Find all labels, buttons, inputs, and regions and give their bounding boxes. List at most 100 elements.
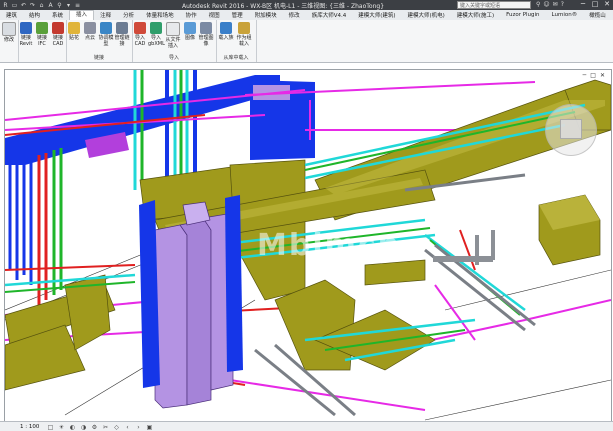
tab-modeling-construction[interactable]: 建模大师(施工)	[451, 11, 500, 19]
manage-images-icon	[200, 22, 212, 34]
view-restore-button[interactable]: □	[590, 72, 596, 79]
quick-access-toolbar: R ▭ ↶ ↷ ⌂ A ⚲ ▾ ≡	[0, 2, 81, 9]
view-minimize-button[interactable]: ─	[583, 72, 587, 79]
tab-systems[interactable]: 系统	[46, 11, 69, 19]
tab-lumion[interactable]: Lumion®	[546, 12, 584, 18]
modify-button[interactable]: 修改	[1, 22, 17, 43]
viewcube-box-icon[interactable]	[560, 119, 582, 139]
home-icon[interactable]: ⌂	[38, 2, 45, 9]
search-input[interactable]: 键入关键字或短语	[457, 1, 531, 9]
render-settings-icon[interactable]: ⚙	[90, 424, 99, 431]
view-close-button[interactable]: ✕	[600, 72, 605, 79]
measure-icon[interactable]: ⚲	[56, 2, 63, 9]
tab-insert[interactable]: 插入	[69, 10, 95, 20]
coordination-model-button[interactable]: 协调模型	[98, 22, 114, 47]
open-icon[interactable]: ▭	[11, 2, 18, 9]
undo-icon[interactable]: ↶	[20, 2, 27, 9]
ribbon-group-link-files: 链接 Revit 链接 IFC 链接 CAD	[18, 20, 67, 62]
revit-link-icon	[20, 22, 32, 34]
tab-collaborate[interactable]: 协作	[180, 11, 203, 19]
manage-images-button[interactable]: 管理图像	[198, 22, 214, 47]
import-gbxml-button[interactable]: 导入 gbXML	[148, 22, 165, 47]
minimize-button[interactable]: ─	[579, 0, 587, 8]
temporary-hide-icon[interactable]: ◇	[112, 424, 121, 431]
view-control-bar: 1 : 100 □ ☀ ◐ ◑ ⚙ ✂ ◇ ‹ › ▣	[0, 421, 613, 431]
manage-links-button[interactable]: 管理链接	[114, 22, 130, 47]
user-icon[interactable]: ☺	[543, 1, 549, 8]
import-cad-button[interactable]: 导入 CAD	[132, 22, 148, 47]
tab-annotate[interactable]: 注释	[94, 11, 117, 19]
redo-icon[interactable]: ↷	[29, 2, 36, 9]
link-cad-button[interactable]: 链接 CAD	[50, 22, 66, 47]
maximize-button[interactable]: □	[591, 0, 599, 8]
tab-manage[interactable]: 管理	[226, 11, 249, 19]
load-group-icon	[238, 22, 250, 34]
help-icon[interactable]: ?	[561, 1, 564, 8]
revit-window: R ▭ ↶ ↷ ⌂ A ⚲ ▾ ≡ Autodesk Revit 2016 - …	[0, 0, 613, 431]
tab-modeling-mep[interactable]: 建模大师(机电)	[402, 11, 451, 19]
crop-view-icon[interactable]: ✂	[101, 424, 110, 431]
scroll-left-icon[interactable]: ‹	[123, 424, 132, 431]
point-cloud-icon	[84, 22, 96, 34]
info-center: ⚲ ☺ ✉ ?	[536, 1, 564, 8]
load-as-group-button[interactable]: 作为组载入	[236, 22, 252, 47]
reveal-hidden-icon[interactable]: ▣	[145, 424, 154, 431]
ribbon-group-label: 从库中载入	[223, 55, 249, 61]
blue-riser-pipes	[8, 159, 33, 285]
tab-view[interactable]: 视图	[203, 11, 226, 19]
shadows-icon[interactable]: ◐	[68, 424, 77, 431]
point-cloud-button[interactable]: 点云	[82, 22, 98, 41]
image-button[interactable]: 图像	[182, 22, 198, 41]
load-family-icon	[220, 22, 232, 34]
visual-style-icon[interactable]: ◑	[79, 424, 88, 431]
tab-architecture[interactable]: 建筑	[0, 11, 23, 19]
tab-fuzor[interactable]: Fuzor Plugin	[500, 12, 545, 18]
tab-modeling-arch[interactable]: 建模大师(建筑)	[352, 11, 401, 19]
link-revit-button[interactable]: 链接 Revit	[18, 22, 34, 47]
detail-level-icon[interactable]: □	[46, 424, 55, 431]
manage-links-icon	[116, 22, 128, 34]
violet-shafts	[154, 201, 234, 409]
load-family-button[interactable]: 载入族	[218, 22, 234, 41]
tab-addins[interactable]: 附加模块	[249, 11, 283, 19]
viewcube[interactable]	[545, 104, 597, 156]
window-controls: ─ □ ✕	[579, 0, 611, 8]
dropdown-icon[interactable]: ▾	[65, 2, 72, 9]
exchange-icon[interactable]: ✉	[553, 1, 558, 8]
cursor-icon	[2, 22, 16, 36]
view-scale[interactable]: 1 : 100	[0, 424, 46, 430]
tab-olive[interactable]: 橄榄山	[583, 11, 612, 19]
tab-family-master[interactable]: 族库大师V4.4	[306, 11, 353, 19]
binoculars-icon[interactable]: ⚲	[536, 1, 540, 8]
tab-massing[interactable]: 体量和场地	[140, 11, 180, 19]
ribbon-group-label: 链接	[93, 55, 104, 61]
switch-windows-icon[interactable]: ≡	[74, 2, 81, 9]
coordination-icon	[100, 22, 112, 34]
ribbon-group-import: 导入 CAD 导入 gbXML 从文件插入 图像 管理图像 导入	[132, 20, 217, 62]
tab-modify[interactable]: 修改	[283, 11, 306, 19]
ifc-icon	[36, 22, 48, 34]
image-icon	[184, 22, 196, 34]
scroll-right-icon[interactable]: ›	[134, 424, 143, 431]
ribbon-group-load-from-library: 载入族 作为组载入 从库中载入	[216, 20, 257, 62]
link-ifc-button[interactable]: 链接 IFC	[34, 22, 50, 47]
title-bar: R ▭ ↶ ↷ ⌂ A ⚲ ▾ ≡ Autodesk Revit 2016 - …	[0, 0, 613, 10]
cad-icon	[52, 22, 64, 34]
revit-logo-icon[interactable]: R	[2, 2, 9, 9]
tab-analyze[interactable]: 分析	[117, 11, 140, 19]
tab-structure[interactable]: 结构	[23, 11, 46, 19]
decal-icon	[68, 22, 80, 34]
ribbon-group-link: 贴花 点云 协调模型 管理链接 链接	[66, 20, 133, 62]
import-cad-icon	[134, 22, 146, 34]
window-title: Autodesk Revit 2016 - WX-B区 机电-L1 - 三维视图…	[182, 3, 385, 10]
3d-view-canvas[interactable]: Mbimcn ─ □ ✕	[4, 69, 612, 422]
gbxml-icon	[150, 22, 162, 34]
sun-path-icon[interactable]: ☀	[57, 424, 66, 431]
text-icon[interactable]: A	[47, 2, 54, 9]
watermark: Mbimcn	[257, 228, 402, 263]
insert-from-file-button[interactable]: 从文件插入	[165, 22, 181, 49]
ribbon-group-label: 导入	[168, 55, 179, 61]
green-riser-pipes	[52, 148, 63, 295]
decal-button[interactable]: 贴花	[66, 22, 82, 41]
close-button[interactable]: ✕	[603, 0, 611, 8]
